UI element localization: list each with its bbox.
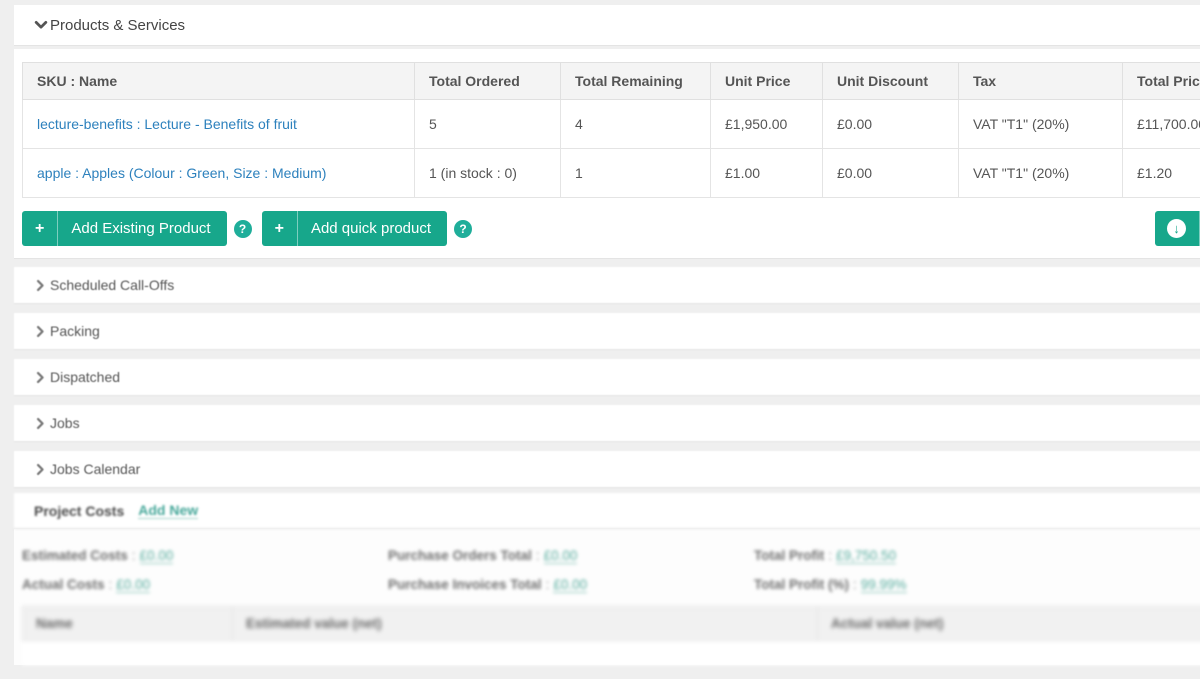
col-header-tax: Tax <box>959 63 1123 100</box>
cell-unit-price: £1.00 <box>711 149 823 198</box>
section-label: Dispatched <box>50 369 120 385</box>
section-dispatched[interactable]: Dispatched <box>14 359 1200 396</box>
stat-value-link[interactable]: £0.00 <box>544 548 578 564</box>
collapsed-sections: Scheduled Call-Offs Packing Dispatched J… <box>0 267 1200 488</box>
download-circle-icon: ↓ <box>1167 219 1186 238</box>
col-header-total-price: Total Price <box>1123 63 1200 100</box>
cell-total-ordered: 5 <box>415 100 561 149</box>
section-label: Scheduled Call-Offs <box>50 277 174 293</box>
col-header-actual-value: Actual value (net) <box>818 607 1200 641</box>
project-costs-table-header-row: Name Estimated value (net) Actual value … <box>23 607 1200 641</box>
cell-total-remaining: 1 <box>561 149 711 198</box>
chevron-right-icon <box>34 325 47 338</box>
stat-purchase-invoices-total: Purchase Invoices Total:£0.00 <box>388 574 754 596</box>
chevron-down-icon <box>34 18 48 32</box>
product-actions-row: + Add Existing Product ? + Add quick pro… <box>22 211 1200 246</box>
chevron-right-icon <box>34 279 47 292</box>
section-label: Jobs Calendar <box>50 461 140 477</box>
products-table-header-row: SKU : Name Total Ordered Total Remaining… <box>23 63 1200 100</box>
col-header-name: Name <box>23 607 233 641</box>
cell-total-price: £1.20 <box>1123 149 1200 198</box>
product-link[interactable]: lecture-benefits : Lecture - Benefits of… <box>37 116 297 132</box>
project-costs-header: Project Costs Add New <box>14 493 1200 529</box>
section-label: Jobs <box>50 415 80 431</box>
project-costs-title: Project Costs <box>34 503 124 519</box>
stat-estimated-costs: Estimated Costs:£0.00 <box>22 545 388 567</box>
button-divider <box>297 211 298 246</box>
col-header-estimated-value: Estimated value (net) <box>233 607 818 641</box>
stat-value-link[interactable]: 99.99% <box>861 577 907 593</box>
help-icon[interactable]: ? <box>454 220 472 238</box>
product-link[interactable]: apple : Apples (Colour : Green, Size : M… <box>37 165 326 181</box>
project-costs-body: Estimated Costs:£0.00 Purchase Orders To… <box>14 529 1200 665</box>
stat-total-profit: Total Profit:£9,750.50 <box>754 545 1184 567</box>
products-services-section-header[interactable]: Products & Services <box>14 5 1200 46</box>
col-header-unit-price: Unit Price <box>711 63 823 100</box>
stat-value-link[interactable]: £0.00 <box>140 548 174 564</box>
project-costs-stats: Estimated Costs:£0.00 Purchase Orders To… <box>22 545 1200 596</box>
stat-value-link[interactable]: £9,750.50 <box>836 548 896 564</box>
section-scheduled-call-offs[interactable]: Scheduled Call-Offs <box>14 267 1200 304</box>
section-jobs[interactable]: Jobs <box>14 405 1200 442</box>
order-detail-page: Products & Services SKU : Name Total Ord… <box>0 0 1200 679</box>
chevron-right-icon <box>34 417 47 430</box>
plus-icon: + <box>35 220 44 238</box>
button-divider <box>57 211 58 246</box>
stat-value-link[interactable]: £0.00 <box>116 577 150 593</box>
col-header-total-ordered: Total Ordered <box>415 63 561 100</box>
products-services-title: Products & Services <box>50 17 185 34</box>
products-services-panel: SKU : Name Total Ordered Total Remaining… <box>14 49 1200 259</box>
stat-actual-costs: Actual Costs:£0.00 <box>22 574 388 596</box>
stat-total-profit-percent: Total Profit (%):99.99% <box>754 574 1184 596</box>
add-existing-product-label: Add Existing Product <box>71 220 210 237</box>
add-quick-product-label: Add quick product <box>311 220 431 237</box>
cell-total-ordered: 1 (in stock : 0) <box>415 149 561 198</box>
col-header-unit-discount: Unit Discount <box>823 63 959 100</box>
section-jobs-calendar[interactable]: Jobs Calendar <box>14 451 1200 488</box>
chevron-right-icon <box>34 371 47 384</box>
table-row: lecture-benefits : Lecture - Benefits of… <box>23 100 1200 149</box>
plus-icon: + <box>275 220 284 238</box>
chevron-right-icon <box>34 463 47 476</box>
cell-tax: VAT "T1" (20%) <box>959 100 1123 149</box>
section-label: Packing <box>50 323 100 339</box>
stat-value-link[interactable]: £0.00 <box>553 577 587 593</box>
empty-row <box>23 641 1200 666</box>
cell-unit-price: £1,950.00 <box>711 100 823 149</box>
cell-total-price: £11,700.00 <box>1123 100 1200 149</box>
cell-unit-discount: £0.00 <box>823 149 959 198</box>
col-header-sku-name: SKU : Name <box>23 63 415 100</box>
cell-total-remaining: 4 <box>561 100 711 149</box>
col-header-total-remaining: Total Remaining <box>561 63 711 100</box>
cell-tax: VAT "T1" (20%) <box>959 149 1123 198</box>
products-table: SKU : Name Total Ordered Total Remaining… <box>22 62 1200 198</box>
add-quick-product-button[interactable]: + Add quick product <box>262 211 447 246</box>
stat-purchase-orders-total: Purchase Orders Total:£0.00 <box>388 545 754 567</box>
project-costs-table: Name Estimated value (net) Actual value … <box>22 606 1200 665</box>
section-packing[interactable]: Packing <box>14 313 1200 350</box>
cell-unit-discount: £0.00 <box>823 100 959 149</box>
export-button[interactable]: ↓ C <box>1155 211 1200 246</box>
table-row: apple : Apples (Colour : Green, Size : M… <box>23 149 1200 198</box>
add-new-link[interactable]: Add New <box>138 502 198 519</box>
help-icon[interactable]: ? <box>234 220 252 238</box>
add-existing-product-button[interactable]: + Add Existing Product <box>22 211 227 246</box>
